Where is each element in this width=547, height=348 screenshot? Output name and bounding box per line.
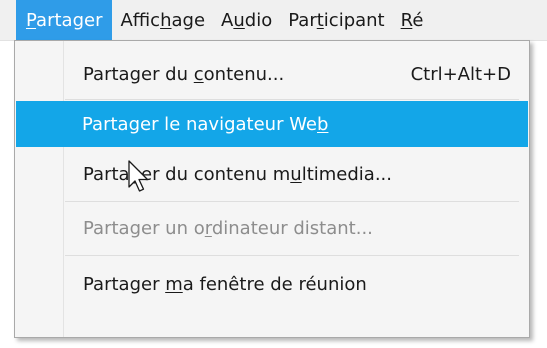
partager-dropdown-menu: Partager du contenu... Ctrl+Alt+D Partag… [14, 40, 530, 338]
menu-participant[interactable]: Participant [280, 0, 392, 40]
menu-audio-label: Audio [221, 9, 273, 31]
menu-item-share-meeting-window[interactable]: Partager ma fenêtre de réunion [17, 261, 527, 307]
menu-partager-label: Partager [26, 9, 103, 31]
menu-participant-label: Participant [288, 9, 385, 31]
menu-affichage-label: Affichage [120, 9, 206, 31]
menu-item-share-remote-computer: Partager un ordinateur distant... [17, 205, 527, 251]
menu-separator [65, 201, 519, 202]
menu-item-share-content-shortcut: Ctrl+Alt+D [410, 63, 511, 85]
menu-item-share-multimedia[interactable]: Partager du contenu multimedia... [17, 151, 527, 197]
menu-item-share-content-label: Partager du contenu... [83, 63, 285, 85]
menu-separator [65, 99, 519, 100]
menu-reunion-label: Ré [400, 9, 424, 31]
menu-affichage[interactable]: Affichage [112, 0, 213, 40]
menu-item-share-meeting-window-label: Partager ma fenêtre de réunion [83, 273, 367, 295]
menu-partager[interactable]: Partager [16, 0, 113, 40]
menu-bar: Partager Affichage Audio Participant Ré [0, 0, 547, 41]
menu-reunion[interactable]: Ré [393, 0, 432, 40]
menu-item-share-web-browser[interactable]: Partager le navigateur Web [16, 101, 528, 147]
menu-separator [65, 255, 519, 256]
menu-bar-edge [0, 0, 16, 40]
menu-audio[interactable]: Audio [213, 0, 280, 40]
mouse-pointer-icon [128, 160, 149, 192]
menu-item-share-remote-computer-label: Partager un ordinateur distant... [83, 217, 373, 239]
menu-item-share-web-browser-label: Partager le navigateur Web [82, 113, 329, 135]
menu-item-share-content[interactable]: Partager du contenu... Ctrl+Alt+D [17, 51, 527, 97]
